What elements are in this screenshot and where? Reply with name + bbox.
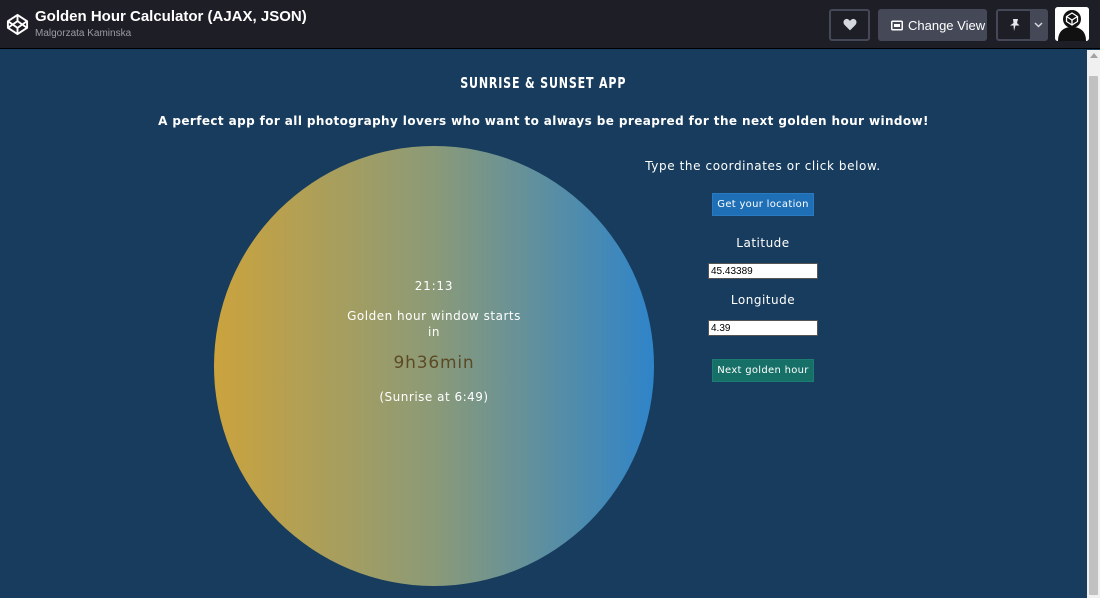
chevron-down-icon — [1033, 22, 1043, 28]
scrollbar-thumb[interactable] — [1089, 76, 1098, 595]
author-name[interactable]: Malgorzata Kaminska — [35, 28, 131, 39]
current-time: 21:13 — [414, 279, 454, 293]
heart-button[interactable] — [829, 9, 870, 41]
golden-hour-label: Golden hour window starts in — [347, 309, 521, 339]
user-avatar[interactable] — [1055, 7, 1089, 41]
scroll-up-arrow-icon[interactable] — [1090, 53, 1098, 58]
longitude-label: Longitude — [730, 293, 796, 307]
app-tagline: A perfect app for all photography lovers… — [158, 114, 929, 128]
sunrise-time: (Sunrise at 6:49) — [379, 390, 489, 404]
longitude-input[interactable] — [708, 320, 818, 336]
change-view-label: Change View — [908, 17, 986, 33]
vertical-scrollbar[interactable] — [1087, 50, 1100, 598]
app-heading: SUNRISE & SUNSET APP — [0, 74, 1087, 92]
pin-dropdown[interactable] — [996, 9, 1048, 41]
heart-icon — [843, 16, 857, 35]
golden-hour-countdown: 9h36min — [393, 353, 475, 373]
instructions-text: Type the coordinates or click below. — [645, 159, 881, 173]
get-location-button[interactable]: Get your location — [712, 193, 814, 216]
app-heading-text: SUNRISE & SUNSET APP — [460, 74, 627, 92]
next-golden-hour-button[interactable]: Next golden hour — [712, 359, 814, 382]
pin-icon — [1010, 19, 1020, 31]
latitude-input[interactable] — [708, 263, 818, 279]
top-bar: Golden Hour Calculator (AJAX, JSON) Malg… — [0, 0, 1100, 49]
pen-title: Golden Hour Calculator (AJAX, JSON) — [35, 8, 307, 25]
pin-button[interactable] — [998, 11, 1032, 39]
change-view-icon — [891, 20, 903, 30]
golden-hour-circle: 21:13 Golden hour window starts in 9h36m… — [214, 146, 654, 586]
latitude-label: Latitude — [736, 236, 790, 250]
pin-menu-toggle[interactable] — [1030, 11, 1046, 39]
change-view-button[interactable]: Change View — [878, 9, 987, 41]
codepen-logo-icon[interactable] — [6, 13, 29, 36]
